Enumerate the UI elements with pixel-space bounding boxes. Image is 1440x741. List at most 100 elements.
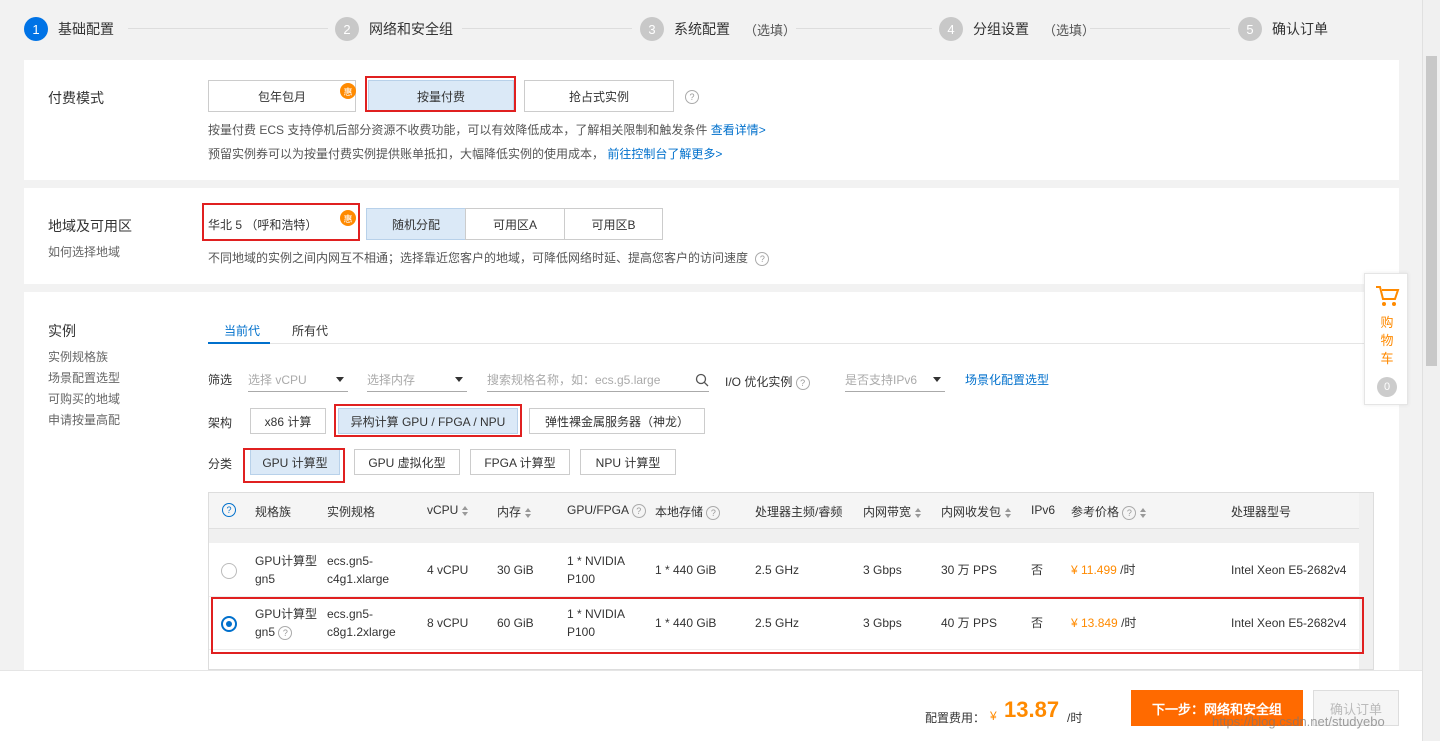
row-radio[interactable]	[221, 616, 237, 632]
price-value: ¥ 11.499	[1071, 563, 1117, 577]
zone-option-random[interactable]: 随机分配	[366, 208, 466, 240]
col-bandwidth[interactable]: 内网带宽	[863, 503, 922, 520]
category-label: 分类	[208, 457, 233, 471]
table-header: ? 规格族 实例规格 vCPU 内存 GPU/FPGA ? 本地存储 ? 处理器…	[209, 493, 1359, 529]
help-icon[interactable]: ?	[1122, 505, 1137, 520]
step-number: 2	[335, 17, 359, 41]
io-label-text: I/O 优化实例	[725, 375, 793, 389]
view-details-link[interactable]: 查看详情>	[711, 123, 766, 137]
scrollbar-thumb[interactable]	[1426, 56, 1437, 366]
search-icon[interactable]	[695, 373, 709, 387]
sort-icon[interactable]	[915, 507, 922, 518]
region-help-link[interactable]: 如何选择地域	[48, 243, 120, 260]
col-memory[interactable]: 内存	[497, 503, 532, 520]
vertical-scrollbar[interactable]	[1359, 493, 1373, 669]
arch-label: 架构	[208, 416, 233, 430]
help-icon[interactable]: ?	[706, 505, 721, 520]
chevron-down-icon	[455, 377, 463, 382]
billing-option-spot-instance[interactable]: 抢占式实例	[524, 80, 674, 112]
col-gpu-label: GPU/FPGA	[567, 503, 629, 517]
col-pps[interactable]: 内网收发包	[941, 503, 1012, 520]
region-panel	[24, 188, 1399, 284]
step-network-security[interactable]: 2 网络和安全组	[335, 16, 453, 42]
cell-spec: ecs.gn5- c4g1.xlarge	[327, 552, 389, 588]
help-icon[interactable]: ?	[795, 375, 810, 390]
step-basic-config[interactable]: 1 基础配置	[24, 16, 114, 42]
step-connector	[462, 28, 632, 29]
billing-option-subscription[interactable]: 包年包月	[208, 80, 356, 112]
col-vcpu[interactable]: vCPU	[427, 503, 469, 517]
cell-text: c4g1.xlarge	[327, 572, 390, 586]
price-unit: /时	[1120, 563, 1136, 577]
step-optional: （选填）	[1043, 22, 1096, 38]
category-npu[interactable]: NPU 计算型	[580, 449, 676, 475]
cell-price: ¥ 13.849 /时	[1071, 614, 1136, 632]
billing-option-pay-as-you-go[interactable]: 按量付费	[368, 80, 514, 112]
arch-heterogeneous[interactable]: 异构计算 GPU / FPGA / NPU	[338, 408, 518, 434]
help-icon[interactable]: ?	[631, 503, 646, 518]
cart-icon	[1376, 286, 1400, 306]
help-icon[interactable]: ?	[222, 503, 236, 517]
fee-label: 配置费用：	[925, 711, 986, 725]
cell-vcpu: 4 vCPU	[427, 563, 469, 577]
price-unit: /时	[1121, 616, 1137, 630]
row-radio[interactable]	[221, 563, 237, 579]
cart-count: 0	[1377, 377, 1397, 397]
zone-option-a[interactable]: 可用区A	[465, 208, 565, 240]
side-link-scenario[interactable]: 场景配置选型	[48, 369, 120, 386]
scenario-config-link[interactable]: 场景化配置选型	[965, 371, 1049, 388]
ipv6-placeholder: 是否支持IPv6	[845, 373, 918, 387]
vcpu-select[interactable]: 选择 vCPU	[248, 368, 348, 392]
table-row[interactable]: GPU计算型 gn5 ecs.gn5- c4g1.xlarge 4 vCPU 30 …	[209, 545, 1359, 597]
step-confirm-order[interactable]: 5 确认订单	[1238, 16, 1328, 42]
cell-ipv6: 否	[1031, 616, 1044, 630]
step-system-config[interactable]: 3 系统配置 （选填）	[640, 16, 796, 42]
page-scrollbar[interactable]	[1422, 0, 1440, 741]
discount-badge: 惠	[340, 210, 356, 226]
col-price[interactable]: 参考价格 ?	[1071, 503, 1147, 520]
side-link-apply-quota[interactable]: 申请按量高配	[48, 411, 120, 428]
ipv6-select[interactable]: 是否支持IPv6	[845, 368, 945, 392]
tab-current-gen[interactable]: 当前代	[224, 322, 260, 339]
side-link-instance-family[interactable]: 实例规格族	[48, 348, 108, 365]
category-gpu-virtual[interactable]: GPU 虚拟化型	[354, 449, 460, 475]
cell-bandwidth: 3 Gbps	[863, 616, 902, 630]
cell-price: ¥ 11.499 /时	[1071, 561, 1136, 579]
memory-select[interactable]: 选择内存	[367, 368, 467, 392]
sort-icon[interactable]	[1140, 507, 1147, 518]
help-icon[interactable]: ?	[685, 90, 699, 104]
step-label: 基础配置	[58, 21, 114, 37]
step-group-settings[interactable]: 4 分组设置 （选填）	[939, 16, 1095, 42]
step-number: 3	[640, 17, 664, 41]
col-family: 规格族	[255, 505, 292, 519]
instance-spec-table: ? 规格族 实例规格 vCPU 内存 GPU/FPGA ? 本地存储 ? 处理器…	[208, 492, 1374, 670]
arch-bare-metal[interactable]: 弹性裸金属服务器（神龙）	[529, 408, 705, 434]
cell-pps: 30 万 PPS	[941, 563, 998, 577]
help-icon[interactable]: ?	[755, 251, 770, 266]
sort-icon[interactable]	[525, 507, 532, 518]
category-fpga[interactable]: FPGA 计算型	[470, 449, 570, 475]
help-icon[interactable]: ?	[278, 625, 293, 640]
category-gpu-compute[interactable]: GPU 计算型	[250, 449, 340, 475]
zone-option-b[interactable]: 可用区B	[564, 208, 663, 240]
table-row[interactable]: GPU计算型 gn5 ? ecs.gn5- c8g1.2xlarge 8 vCPU …	[209, 598, 1359, 650]
shopping-cart-widget[interactable]: 购物车 0	[1364, 273, 1408, 405]
arch-x86[interactable]: x86 计算	[250, 408, 326, 434]
horizontal-scrollbar[interactable]	[209, 529, 1359, 543]
watermark: https://blog.csdn.net/studyebo	[1212, 714, 1385, 729]
spec-search-input[interactable]: 搜索规格名称，如：ecs.g5.large	[487, 368, 709, 392]
billing-panel	[24, 60, 1399, 180]
cell-spec: ecs.gn5- c8g1.2xlarge	[327, 605, 396, 641]
sort-icon[interactable]	[1005, 507, 1012, 518]
side-link-regions[interactable]: 可购买的地域	[48, 390, 120, 407]
col-gpu: GPU/FPGA ?	[567, 503, 646, 518]
cell-text: c8g1.2xlarge	[327, 625, 396, 639]
console-link[interactable]: 前往控制台了解更多>	[607, 147, 722, 161]
region-selector[interactable]: 华北 5 （呼和浩特）	[208, 216, 317, 233]
sort-icon[interactable]	[462, 505, 469, 516]
step-optional: （选填）	[744, 22, 797, 38]
col-ipv6: IPv6	[1031, 503, 1056, 517]
tab-all-gen[interactable]: 所有代	[292, 322, 328, 339]
cell-text: GPU计算型	[255, 554, 318, 568]
cell-cpu-model: Intel Xeon E5-2682v4	[1231, 616, 1347, 630]
